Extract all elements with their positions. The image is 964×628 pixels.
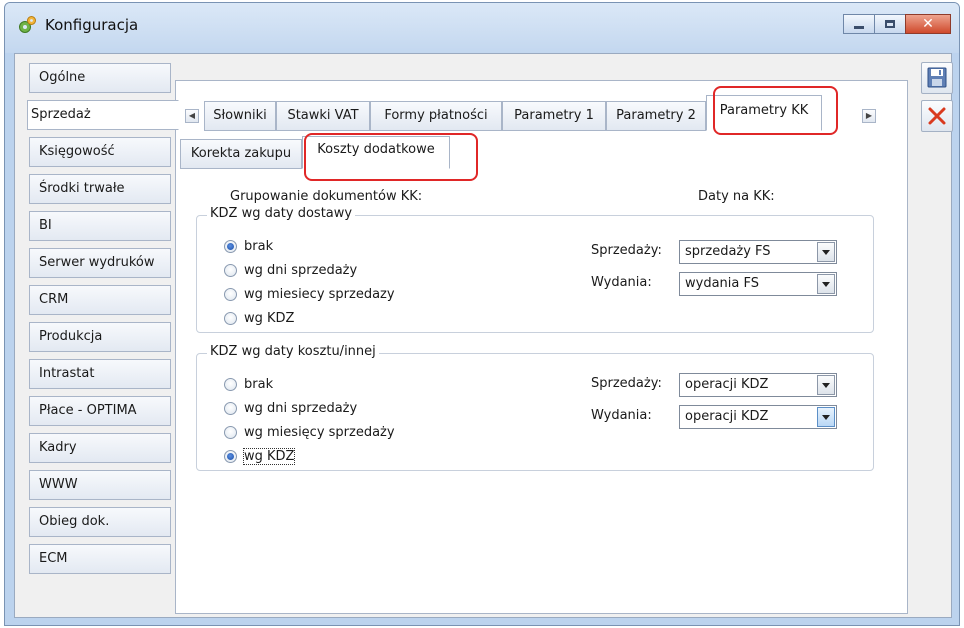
tabs-scroll-left-button[interactable]: ◀ xyxy=(185,109,199,123)
sidebar-item-srodki-trwale[interactable]: Środki trwałe xyxy=(29,174,171,204)
grouping-caption: Grupowanie dokumentów KK: xyxy=(230,189,423,204)
sidebar-item-www[interactable]: WWW xyxy=(29,470,171,500)
window-controls: ✕ xyxy=(843,14,951,36)
radio-wg-kdz[interactable]: wg KDZ xyxy=(224,308,294,328)
radio-label: wg dni sprzedaży xyxy=(244,262,358,278)
radio-indicator xyxy=(224,401,237,415)
sidebar-item-produkcja[interactable]: Produkcja xyxy=(29,322,171,352)
sidebar-item-bi[interactable]: BI xyxy=(29,211,171,241)
sprzedazy-label: Sprzedaży: xyxy=(591,376,662,391)
radio-wg-miesiecy-sprzedazy[interactable]: wg miesiecy sprzedazy xyxy=(224,284,395,304)
radio-wg-dni-sprzedazy[interactable]: wg dni sprzedaży xyxy=(224,260,357,280)
cancel-icon xyxy=(928,107,946,125)
wydania-label: Wydania: xyxy=(591,275,652,290)
tab-parametry-1[interactable]: Parametry 1 xyxy=(502,101,606,131)
group-kdz-wg-daty-kosztu: KDZ wg daty kosztu/innej brak wg dni spr… xyxy=(196,344,874,471)
radio-indicator xyxy=(224,263,237,277)
chevron-down-icon[interactable] xyxy=(817,375,835,395)
close-icon: ✕ xyxy=(922,16,934,32)
arrow-right-icon: ▶ xyxy=(865,111,873,120)
radio-wg-miesiecy-sprzedazy[interactable]: wg miesięcy sprzedaży xyxy=(224,422,395,442)
chevron-down-icon[interactable] xyxy=(817,274,835,294)
window-title: Konfiguracja xyxy=(45,16,139,34)
radio-indicator-checked xyxy=(224,239,237,253)
dates-caption: Daty na KK: xyxy=(698,189,775,204)
radio-label: wg miesięcy sprzedaży xyxy=(244,424,395,440)
cancel-button[interactable] xyxy=(921,100,953,132)
config-window: Konfiguracja ✕ Ogólne Sprzedaż Księgowoś… xyxy=(4,2,960,626)
close-button[interactable]: ✕ xyxy=(905,14,951,34)
radio-brak[interactable]: brak xyxy=(224,374,273,394)
select-value: wydania FS xyxy=(685,276,759,291)
group-legend: KDZ wg daty dostawy xyxy=(207,206,356,221)
radio-label: wg KDZ xyxy=(242,447,296,465)
radio-indicator xyxy=(224,425,237,439)
radio-label: wg miesiecy sprzedazy xyxy=(244,286,395,302)
radio-label: wg dni sprzedaży xyxy=(244,400,358,416)
minimize-icon xyxy=(854,26,864,29)
sidebar-item-place-optima[interactable]: Płace - OPTIMA xyxy=(29,396,171,426)
wydania-label: Wydania: xyxy=(591,408,652,423)
radio-indicator xyxy=(224,311,237,325)
radio-brak[interactable]: brak xyxy=(224,236,273,256)
radio-label: brak xyxy=(244,376,274,392)
select-value: sprzedaży FS xyxy=(685,244,771,259)
select-value: operacji KDZ xyxy=(685,377,769,392)
sidebar-item-kadry[interactable]: Kadry xyxy=(29,433,171,463)
tab-slowniki[interactable]: Słowniki xyxy=(204,101,276,131)
radio-label: wg KDZ xyxy=(244,310,295,326)
select-value: operacji KDZ xyxy=(685,409,769,424)
sidebar-item-ecm[interactable]: ECM xyxy=(29,544,171,574)
sprzedazy-select[interactable]: sprzedaży FS xyxy=(679,240,837,264)
settings-panel: ◀ Słowniki Stawki VAT Formy płatności Pa… xyxy=(175,80,908,614)
tab-stawki-vat[interactable]: Stawki VAT xyxy=(276,101,370,131)
tab-korekta-zakupu[interactable]: Korekta zakupu xyxy=(180,139,302,169)
tab-formy-platnosci[interactable]: Formy płatności xyxy=(370,101,502,131)
chevron-down-icon[interactable] xyxy=(817,242,835,262)
wydania-select[interactable]: operacji KDZ xyxy=(679,405,837,429)
sidebar-item-obieg-dok[interactable]: Obieg dok. xyxy=(29,507,171,537)
maximize-icon xyxy=(885,20,895,28)
tab-koszty-dodatkowe[interactable]: Koszty dodatkowe xyxy=(302,136,450,169)
sidebar-item-ksiegowosc[interactable]: Księgowość xyxy=(29,137,171,167)
sidebar-item-crm[interactable]: CRM xyxy=(29,285,171,315)
group-legend: KDZ wg daty kosztu/innej xyxy=(207,344,379,359)
radio-wg-kdz[interactable]: wg KDZ xyxy=(224,446,296,466)
radio-indicator xyxy=(224,377,237,391)
chevron-down-icon[interactable] xyxy=(817,407,835,427)
save-icon xyxy=(927,67,947,88)
tabs-scroll-right-button[interactable]: ▶ xyxy=(862,109,876,123)
sprzedazy-label: Sprzedaży: xyxy=(591,243,662,258)
sprzedazy-select[interactable]: operacji KDZ xyxy=(679,373,837,397)
radio-indicator-checked xyxy=(224,449,237,463)
radio-indicator xyxy=(224,287,237,301)
wydania-select[interactable]: wydania FS xyxy=(679,272,837,296)
title-bar[interactable]: Konfiguracja ✕ xyxy=(5,3,959,53)
save-button[interactable] xyxy=(921,62,953,94)
gear-icon xyxy=(19,16,36,33)
sidebar-item-sprzedaz[interactable]: Sprzedaż xyxy=(27,100,179,130)
window-client-area: Ogólne Sprzedaż Księgowość Środki trwałe… xyxy=(14,53,953,618)
radio-label: brak xyxy=(244,238,274,254)
minimize-button[interactable] xyxy=(843,14,875,34)
sidebar-item-ogolne[interactable]: Ogólne xyxy=(29,63,171,93)
tab-parametry-2[interactable]: Parametry 2 xyxy=(606,101,706,131)
arrow-left-icon: ◀ xyxy=(188,111,196,120)
sidebar-item-serwer-wydrukow[interactable]: Serwer wydruków xyxy=(29,248,171,278)
group-kdz-wg-daty-dostawy: KDZ wg daty dostawy brak wg dni sprzedaż… xyxy=(196,206,874,333)
radio-wg-dni-sprzedazy[interactable]: wg dni sprzedaży xyxy=(224,398,357,418)
sidebar-item-intrastat[interactable]: Intrastat xyxy=(29,359,171,389)
maximize-button[interactable] xyxy=(874,14,906,34)
tab-parametry-kk[interactable]: Parametry KK xyxy=(706,95,822,131)
